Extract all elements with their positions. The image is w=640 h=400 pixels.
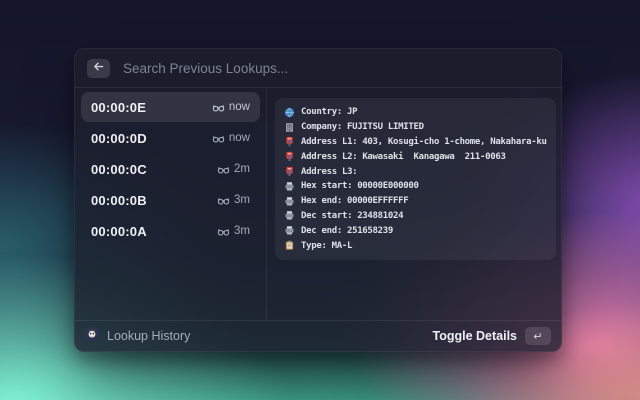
printer-icon [284,196,295,207]
postbox-icon [284,151,295,162]
toggle-details-button[interactable]: Toggle Details [432,329,517,343]
detail-value: FUJITSU LIMITED [347,122,424,132]
glasses-icon [212,102,225,113]
printer-icon [284,225,295,236]
time-label: now [229,132,250,144]
detail-value: Kawasaki Kanagawa 211-0063 [362,152,505,162]
glasses-icon [217,164,230,175]
detail-row: Dec end: 251658239 [284,223,547,238]
time-label: 3m [234,225,250,237]
detail-value: JP [347,107,357,117]
printer-icon [284,210,295,221]
detail-row: Address L1: 403, Kosugi-cho 1-chome, Naka… [284,135,547,150]
back-button[interactable] [87,59,110,78]
time-label: 3m [234,194,250,206]
detail-row: Dec start: 234881024 [284,209,547,224]
postbox-icon [284,136,295,147]
detail-label: Hex start: [301,181,352,191]
list-item[interactable]: 00:00:0D now [81,123,260,153]
search-header [75,49,561,88]
detail-panel: Country: JP Company: FUJITSU LIMITED Addre… [275,98,556,260]
list-item[interactable]: 00:00:0A 3m [81,216,260,246]
arrow-left-icon [92,59,105,77]
detail-row: Country: JP [284,105,547,120]
globe-icon [284,107,295,118]
detail-label: Type: [301,241,327,251]
mac-address: 00:00:0D [91,131,147,146]
detail-value: 234881024 [357,211,403,221]
detail-label: Country: [301,107,342,117]
detail-row: Hex start: 00000E000000 [284,179,547,194]
detail-label: Address L2: [301,152,357,162]
detail-label: Address L1: [301,137,357,147]
footer-bar: Lookup History Toggle Details ↵ [75,320,561,351]
search-input[interactable] [121,60,549,77]
detail-value: 251658239 [347,226,393,236]
list-item[interactable]: 00:00:0E now [81,92,260,122]
time-label: now [229,101,250,113]
detail-value: MA-L [332,241,352,251]
detail-row: Type: MA-L [284,238,547,253]
mac-address: 00:00:0A [91,224,147,239]
list-item[interactable]: 00:00:0C 2m [81,154,260,184]
printer-icon [284,181,295,192]
detail-label: Hex end: [301,196,342,206]
glasses-icon [217,195,230,206]
detail-row: Address L3: [284,164,547,179]
postbox-icon [284,166,295,177]
mac-address: 00:00:0B [91,193,147,208]
list-item[interactable]: 00:00:0B 3m [81,185,260,215]
detail-column: Country: JP Company: FUJITSU LIMITED Addre… [267,88,564,320]
lookup-history-window: 00:00:0E now 00:00:0D now 00:00:0C 2m 00… [74,48,562,352]
clipboard-icon [284,240,295,251]
mac-address: 00:00:0E [91,100,146,115]
detail-label: Company: [301,122,342,132]
detail-row: Hex end: 00000EFFFFFF [284,194,547,209]
lookup-extension-icon [85,327,99,346]
detail-row: Company: FUJITSU LIMITED [284,120,547,135]
glasses-icon [212,133,225,144]
lookup-list: 00:00:0E now 00:00:0D now 00:00:0C 2m 00… [75,88,267,320]
detail-label: Address L3: [301,167,357,177]
detail-value: 403, Kosugi-cho 1-chome, Nakahara-ku [362,137,546,147]
detail-value: 00000E000000 [357,181,418,191]
return-keycap[interactable]: ↵ [525,327,551,345]
detail-label: Dec start: [301,211,352,221]
glasses-icon [217,226,230,237]
mac-address: 00:00:0C [91,162,147,177]
detail-row: Address L2: Kawasaki Kanagawa 211-0063 [284,149,547,164]
time-label: 2m [234,163,250,175]
app-label: Lookup History [107,329,190,343]
detail-label: Dec end: [301,226,342,236]
office-building-icon [284,122,295,133]
content-area: 00:00:0E now 00:00:0D now 00:00:0C 2m 00… [75,88,561,320]
detail-value: 00000EFFFFFF [347,196,408,206]
